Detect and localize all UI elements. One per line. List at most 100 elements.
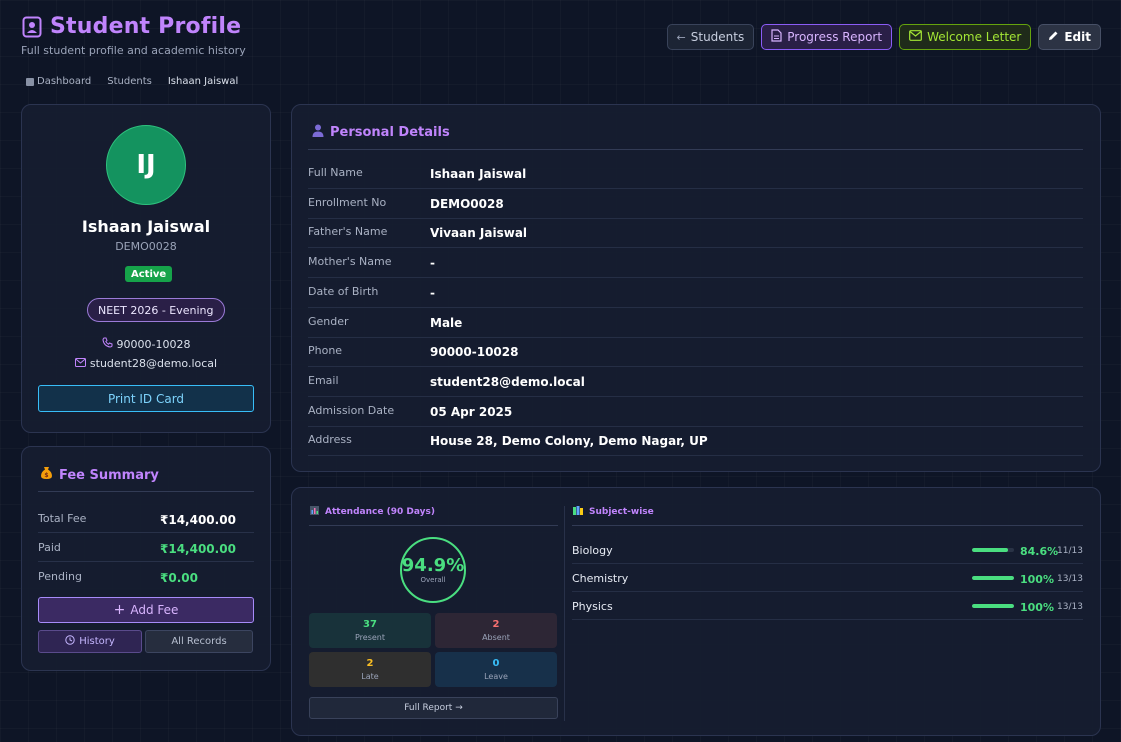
detail-value: 90000-10028 — [430, 345, 519, 360]
header-actions: ← Students Progress Report Welcome Lette… — [666, 24, 1101, 50]
detail-label: Email — [308, 373, 339, 387]
money-bag-icon: $ — [40, 466, 53, 484]
detail-value: student28@demo.local — [430, 374, 585, 389]
attendance-subject-divider — [564, 506, 565, 721]
student-name: Ishaan Jaiswal — [81, 217, 211, 236]
back-to-students-button[interactable]: ← Students — [666, 24, 755, 50]
subject-row: Biology 84.6% 11/13 — [572, 536, 1083, 564]
subject-row: Physics 100% 13/13 — [572, 592, 1083, 620]
detail-label: Mother's Name — [308, 255, 392, 269]
person-icon — [312, 124, 324, 141]
phone-icon — [102, 337, 113, 351]
fee-row-pending: Pending ₹0.00 — [38, 570, 198, 585]
detail-row: Email student28@demo.local — [308, 367, 1083, 397]
attendance-card: Attendance (90 Days) 94.9% Overall 37 Pr… — [291, 487, 1101, 736]
fee-row-total: Total Fee ₹14,400.00 — [38, 504, 254, 533]
subject-percent: 84.6% — [1020, 545, 1059, 558]
page-header: Student Profile — [22, 14, 241, 39]
detail-label: Full Name — [308, 166, 363, 179]
detail-row: Full Name Ishaan Jaiswal — [308, 159, 1083, 189]
detail-label: Admission Date — [308, 403, 395, 417]
add-fee-button[interactable]: + Add Fee — [38, 597, 254, 623]
detail-row: Father's Name Vivaan Jaiswal — [308, 218, 1083, 249]
detail-label: Phone — [308, 344, 343, 358]
envelope-icon — [74, 357, 86, 370]
full-report-button[interactable]: Full Report → — [309, 697, 558, 719]
detail-value: - — [430, 256, 435, 271]
fee-summary-heading: $ Fee Summary — [40, 466, 159, 484]
detail-row: Admission Date 05 Apr 2025 — [308, 397, 1083, 427]
welcome-letter-button[interactable]: Welcome Letter — [899, 24, 1032, 50]
detail-value: Vivaan Jaiswal — [430, 226, 528, 241]
detail-value: 05 Apr 2025 — [430, 404, 513, 419]
subject-percent: 100% — [1020, 573, 1054, 586]
detail-label: Gender — [308, 314, 349, 328]
subject-name: Chemistry — [572, 572, 629, 585]
print-id-card-button[interactable]: Print ID Card — [38, 385, 254, 412]
subject-wise-heading: Subject-wise — [573, 506, 654, 518]
absent-tile: 2 Absent — [435, 613, 557, 648]
svg-text:$: $ — [44, 472, 48, 479]
pencil-icon — [1048, 30, 1059, 44]
arrow-left-icon: ← — [676, 30, 686, 44]
attendance-divider — [309, 525, 558, 526]
envelope-icon — [909, 30, 922, 44]
overall-attendance-label: Overall — [420, 576, 446, 584]
id-badge-icon — [22, 16, 42, 38]
breadcrumb-students[interactable]: Students — [107, 76, 152, 87]
overall-attendance-ring: 94.9% Overall — [400, 537, 466, 603]
late-tile: 2 Late — [309, 652, 431, 687]
subject-count: 13/13 — [1057, 602, 1083, 612]
detail-value: Male — [430, 315, 463, 330]
subject-count: 13/13 — [1057, 574, 1083, 584]
detail-label: Address — [308, 433, 352, 447]
page-title: Student Profile — [50, 14, 242, 39]
present-tile: 37 Present — [309, 613, 431, 648]
subject-percent: 100% — [1020, 601, 1054, 614]
attendance-heading: Attendance (90 Days) — [310, 506, 435, 518]
breadcrumb: Dashboard Students Ishaan Jaiswal — [26, 76, 238, 87]
page-subtitle: Full student profile and academic histor… — [21, 44, 246, 57]
edit-button[interactable]: Edit — [1038, 24, 1101, 50]
fee-divider — [38, 491, 254, 492]
batch-pill: NEET 2026 - Evening — [87, 298, 225, 322]
avatar: IJ — [106, 125, 186, 205]
detail-label: Father's Name — [308, 225, 388, 239]
student-enrollment: DEMO0028 — [115, 240, 177, 253]
personal-details-card: Personal Details Full Name Ishaan Jaiswal… — [291, 104, 1101, 472]
detail-row: Phone 90000-10028 — [308, 337, 1083, 368]
subject-progress-fill — [972, 576, 1014, 580]
detail-value: Ishaan Jaiswal — [430, 167, 527, 181]
detail-row: Gender Male — [308, 308, 1083, 338]
progress-report-button[interactable]: Progress Report — [761, 24, 893, 50]
fee-row-paid: Paid ₹14,400.00 — [38, 533, 254, 562]
breadcrumb-dashboard[interactable]: Dashboard — [26, 76, 91, 87]
detail-row: Enrollment No DEMO0028 — [308, 189, 1083, 219]
detail-row: Date of Birth - — [308, 278, 1083, 308]
profile-card: IJ Ishaan Jaiswal DEMO0028 Active NEET 2… — [21, 104, 271, 433]
detail-value: DEMO0028 — [430, 196, 504, 211]
home-icon — [26, 77, 34, 86]
personal-details-heading: Personal Details — [312, 124, 450, 141]
subject-name: Biology — [572, 544, 613, 557]
contact-email: student28@demo.local — [22, 357, 270, 370]
subject-progress-fill — [972, 548, 1008, 552]
clock-icon — [65, 635, 75, 648]
contact-phone: 90000-10028 — [22, 337, 270, 351]
fee-history-button[interactable]: History — [38, 630, 142, 653]
subject-row: Chemistry 100% 13/13 — [572, 564, 1083, 592]
bar-chart-icon — [310, 506, 319, 518]
breadcrumb-current: Ishaan Jaiswal — [167, 76, 239, 87]
overall-attendance-value: 94.9% — [401, 555, 465, 576]
all-records-button[interactable]: All Records — [145, 630, 253, 653]
details-divider — [308, 149, 1083, 150]
document-icon — [771, 29, 782, 45]
status-badge: Active — [125, 266, 173, 282]
detail-label: Enrollment No — [308, 195, 387, 209]
fee-summary-card: $ Fee Summary Total Fee ₹14,400.00 Paid … — [21, 446, 271, 671]
subject-progress-bar — [972, 604, 1014, 608]
plus-icon: + — [113, 602, 126, 618]
subject-progress-bar — [972, 576, 1014, 580]
detail-value: House 28, Demo Colony, Demo Nagar, UP — [430, 434, 708, 449]
leave-tile: 0 Leave — [435, 652, 557, 687]
